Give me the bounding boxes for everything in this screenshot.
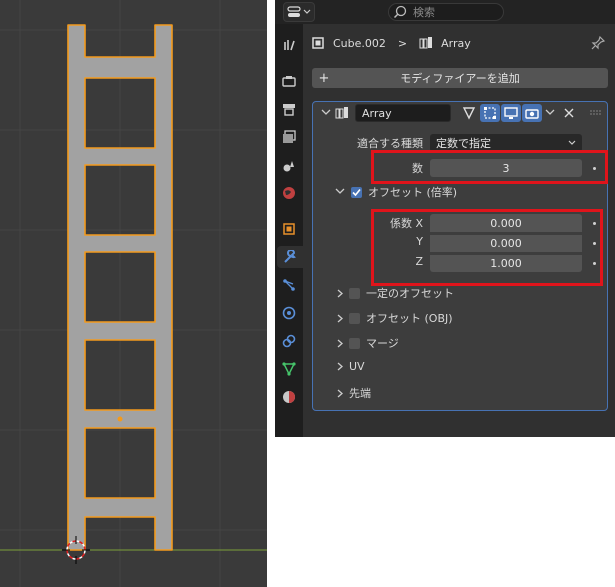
properties-header: 検索 bbox=[275, 0, 615, 24]
camera-icon bbox=[525, 109, 539, 119]
render-icon bbox=[282, 76, 296, 87]
viewport-canvas[interactable] bbox=[0, 0, 267, 587]
scene-icon bbox=[283, 161, 294, 172]
uv-header[interactable]: UV bbox=[337, 360, 365, 373]
chevron-right-icon bbox=[337, 289, 343, 297]
chevron-down-icon[interactable] bbox=[321, 109, 331, 117]
search-placeholder: 検索 bbox=[413, 6, 435, 19]
constant-offset-header[interactable]: 一定のオフセット bbox=[337, 285, 454, 301]
object-offset-header[interactable]: オフセット (OBJ) bbox=[337, 310, 453, 326]
caps-title: 先端 bbox=[349, 387, 371, 400]
modifier-header[interactable]: Array bbox=[313, 102, 607, 124]
add-modifier-label: モディファイアーを追加 bbox=[400, 72, 520, 85]
tab-render[interactable] bbox=[277, 70, 301, 92]
output-icon bbox=[283, 104, 295, 116]
pin-icon[interactable] bbox=[591, 36, 605, 50]
view-layer-icon bbox=[283, 130, 296, 143]
object-offset-title: オフセット (OBJ) bbox=[366, 312, 453, 325]
tab-data[interactable] bbox=[277, 358, 301, 380]
constant-offset-title: 一定のオフセット bbox=[366, 287, 454, 300]
edit-mode-icon bbox=[484, 107, 496, 119]
breadcrumb-separator: > bbox=[397, 36, 408, 50]
merge-header[interactable]: マージ bbox=[337, 335, 399, 351]
material-icon bbox=[283, 391, 295, 403]
properties-tabs bbox=[275, 24, 303, 437]
vertex-triangle-icon bbox=[462, 107, 476, 120]
chevron-down-icon bbox=[335, 188, 345, 194]
particles-icon bbox=[283, 279, 295, 291]
add-modifier-button[interactable]: + モディファイアーを追加 bbox=[312, 68, 608, 88]
edit-mode-cage-button[interactable] bbox=[459, 104, 479, 122]
search-icon bbox=[393, 5, 407, 19]
object-icon bbox=[283, 223, 295, 235]
tab-material[interactable] bbox=[277, 386, 301, 408]
chevron-right-icon bbox=[337, 339, 343, 347]
chevron-right-icon bbox=[337, 314, 343, 322]
tab-output[interactable] bbox=[277, 98, 301, 120]
factor-highlight-box bbox=[371, 209, 603, 286]
remove-modifier-button[interactable] bbox=[561, 104, 577, 122]
chevron-down-icon bbox=[568, 140, 576, 145]
data-icon bbox=[282, 362, 296, 376]
tool-icon bbox=[284, 40, 295, 51]
plus-icon: + bbox=[318, 70, 330, 86]
chevron-right-icon bbox=[337, 389, 343, 397]
tab-world[interactable] bbox=[277, 182, 301, 204]
tab-object[interactable] bbox=[277, 218, 301, 240]
uv-title: UV bbox=[349, 360, 365, 373]
merge-title: マージ bbox=[366, 337, 399, 350]
caps-header[interactable]: 先端 bbox=[337, 385, 371, 401]
constant-offset-checkbox[interactable] bbox=[349, 287, 360, 299]
constraints-icon bbox=[282, 334, 296, 348]
object-offset-checkbox[interactable] bbox=[349, 312, 360, 324]
monitor-icon bbox=[504, 107, 518, 119]
breadcrumb: Cube.002 > Array bbox=[311, 34, 471, 52]
drag-handle-icon[interactable] bbox=[590, 110, 602, 116]
breadcrumb-modifier: Array bbox=[441, 36, 471, 50]
tab-physics[interactable] bbox=[277, 302, 301, 324]
tab-view-layer[interactable] bbox=[277, 126, 301, 148]
check-icon bbox=[352, 188, 361, 196]
array-modifier-icon bbox=[335, 107, 348, 119]
tab-particles[interactable] bbox=[277, 274, 301, 296]
close-icon bbox=[564, 108, 574, 118]
tab-constraints[interactable] bbox=[277, 330, 301, 352]
search-input[interactable]: 検索 bbox=[388, 3, 504, 21]
render-toggle-button[interactable] bbox=[522, 104, 542, 122]
modifier-name-field[interactable]: Array bbox=[355, 104, 451, 122]
breadcrumb-object: Cube.002 bbox=[333, 36, 386, 50]
modifier-dropdown-button[interactable] bbox=[542, 104, 558, 122]
chevron-down-icon bbox=[303, 9, 311, 14]
array-modifier-icon bbox=[419, 37, 433, 49]
world-icon bbox=[283, 187, 295, 199]
fit-type-label: 適合する種類 bbox=[357, 137, 423, 150]
relative-offset-header[interactable]: オフセット (倍率) bbox=[335, 184, 457, 200]
properties-editor-icon bbox=[287, 6, 301, 17]
tab-scene[interactable] bbox=[277, 154, 301, 176]
tab-tool[interactable] bbox=[277, 34, 301, 56]
tab-modifier[interactable] bbox=[277, 246, 303, 268]
edit-mode-button[interactable] bbox=[480, 104, 500, 122]
chevron-down-icon bbox=[545, 109, 555, 115]
relative-offset-checkbox[interactable] bbox=[351, 186, 362, 198]
object-icon bbox=[312, 37, 324, 49]
count-highlight-box bbox=[371, 150, 608, 184]
realtime-display-button[interactable] bbox=[501, 104, 521, 122]
physics-icon bbox=[282, 306, 296, 320]
editor-type-selector[interactable] bbox=[283, 2, 315, 22]
3d-viewport[interactable] bbox=[0, 0, 267, 587]
object-origin bbox=[117, 416, 123, 422]
chevron-right-icon bbox=[337, 362, 343, 371]
fit-type-value: 定数で指定 bbox=[436, 137, 491, 150]
relative-offset-title: オフセット (倍率) bbox=[368, 186, 458, 199]
modifier-icon bbox=[284, 250, 296, 263]
merge-checkbox[interactable] bbox=[349, 337, 360, 349]
